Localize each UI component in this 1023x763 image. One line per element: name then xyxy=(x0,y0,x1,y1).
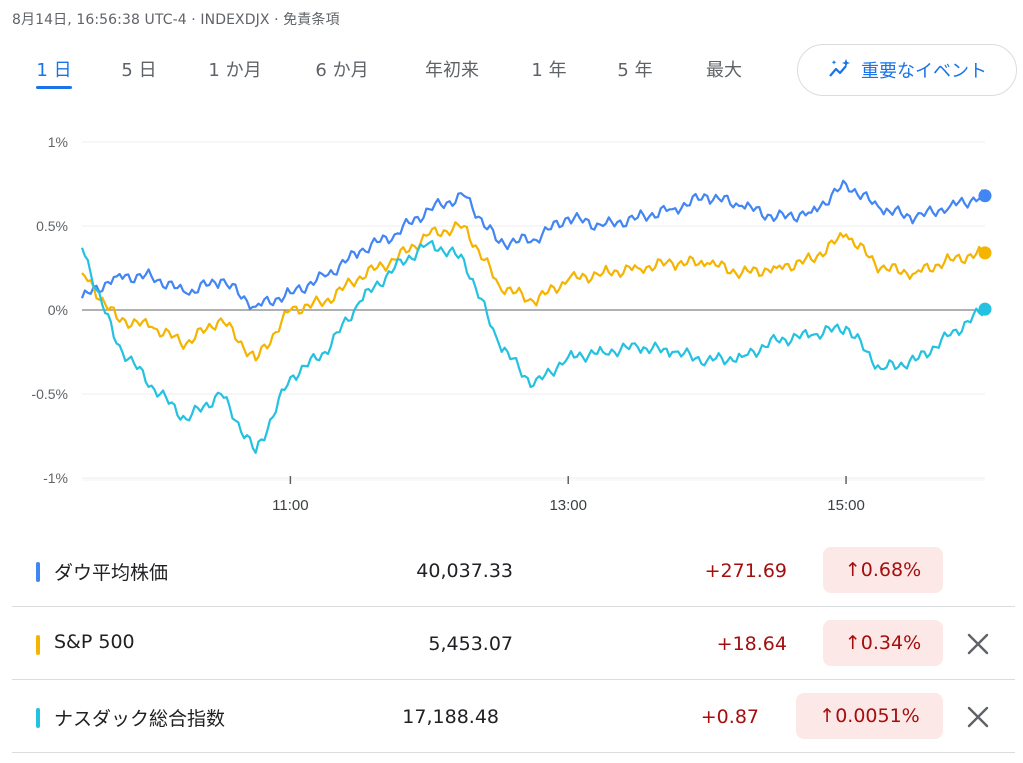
y-tick-label: -1% xyxy=(43,470,68,486)
tab-5y[interactable]: 5 年 xyxy=(617,56,652,82)
remove-series-close-icon[interactable] xyxy=(963,629,993,659)
key-events-button[interactable]: 重要なイベント xyxy=(797,44,1017,96)
tab-6m[interactable]: 6 か月 xyxy=(315,56,368,82)
index-value: 17,188.48 xyxy=(402,706,499,728)
tab-ytd[interactable]: 年初来 xyxy=(425,56,479,82)
active-tab-indicator xyxy=(36,86,72,89)
legend-row-sp500[interactable]: S&P 500 5,453.07 +18.64 ↑ 0.34% xyxy=(12,607,1015,680)
x-tick-label: 11:00 xyxy=(272,497,308,514)
key-events-label: 重要なイベント xyxy=(861,61,987,82)
index-change: +18.64 xyxy=(716,633,787,655)
series-end-dot-2 xyxy=(978,302,992,316)
x-tick-label: 13:00 xyxy=(549,497,587,514)
percent-change-badge: ↑ 0.68% xyxy=(823,547,943,593)
up-arrow-icon: ↑ xyxy=(819,705,836,727)
tab-1d[interactable]: 1 日 xyxy=(36,56,71,82)
series-swatch xyxy=(36,635,40,655)
series-swatch xyxy=(36,708,40,728)
index-legend: ダウ平均株価 40,037.33 +271.69 ↑ 0.68% S&P 500 … xyxy=(12,534,1015,753)
sparkle-chart-icon xyxy=(829,59,850,77)
legend-row-nasdaq[interactable]: ナスダック総合指数 17,188.48 +0.87 ↑ 0.0051% xyxy=(12,680,1015,753)
series-name: ダウ平均株価 xyxy=(54,562,169,584)
y-tick-label: 0% xyxy=(48,302,68,318)
series-line-0 xyxy=(80,179,986,310)
quote-meta: 8月14日, 16:56:38 UTC-4 · INDEXDJX · 免責条項 xyxy=(12,12,340,28)
series-name: ナスダック総合指数 xyxy=(54,708,226,730)
y-tick-label: 1% xyxy=(48,134,68,150)
percent-change-badge: ↑ 0.34% xyxy=(823,620,943,666)
tab-max[interactable]: 最大 xyxy=(706,56,742,82)
series-line-2 xyxy=(80,239,986,454)
series-name: S&P 500 xyxy=(54,631,135,653)
up-arrow-icon: ↑ xyxy=(844,559,861,581)
series-end-dot-1 xyxy=(978,246,992,260)
y-tick-label: 0.5% xyxy=(36,218,68,234)
index-value: 40,037.33 xyxy=(416,560,513,582)
tab-1y[interactable]: 1 年 xyxy=(531,56,566,82)
up-arrow-icon: ↑ xyxy=(844,632,861,654)
index-change: +0.87 xyxy=(700,706,759,728)
series-swatch xyxy=(36,562,40,582)
index-line-chart[interactable]: 1% 0.5% 0% -0.5% -1% 11:00 13:00 15:00 xyxy=(0,125,1023,520)
tab-5d[interactable]: 5 日 xyxy=(121,56,156,82)
legend-row-dow[interactable]: ダウ平均株価 40,037.33 +271.69 ↑ 0.68% xyxy=(12,534,1015,607)
x-tick-label: 15:00 xyxy=(827,497,865,514)
percent-change-badge: ↑ 0.0051% xyxy=(796,693,943,739)
series-end-dot-0 xyxy=(978,189,992,203)
range-tabs: 1 日 5 日 1 か月 6 か月 年初来 1 年 5 年 最大 xyxy=(0,56,790,96)
remove-series-close-icon[interactable] xyxy=(963,702,993,732)
series-line-1 xyxy=(81,221,986,362)
index-value: 5,453.07 xyxy=(428,633,513,655)
y-tick-label: -0.5% xyxy=(31,386,68,402)
index-change: +271.69 xyxy=(704,560,787,582)
tab-1m[interactable]: 1 か月 xyxy=(208,56,261,82)
